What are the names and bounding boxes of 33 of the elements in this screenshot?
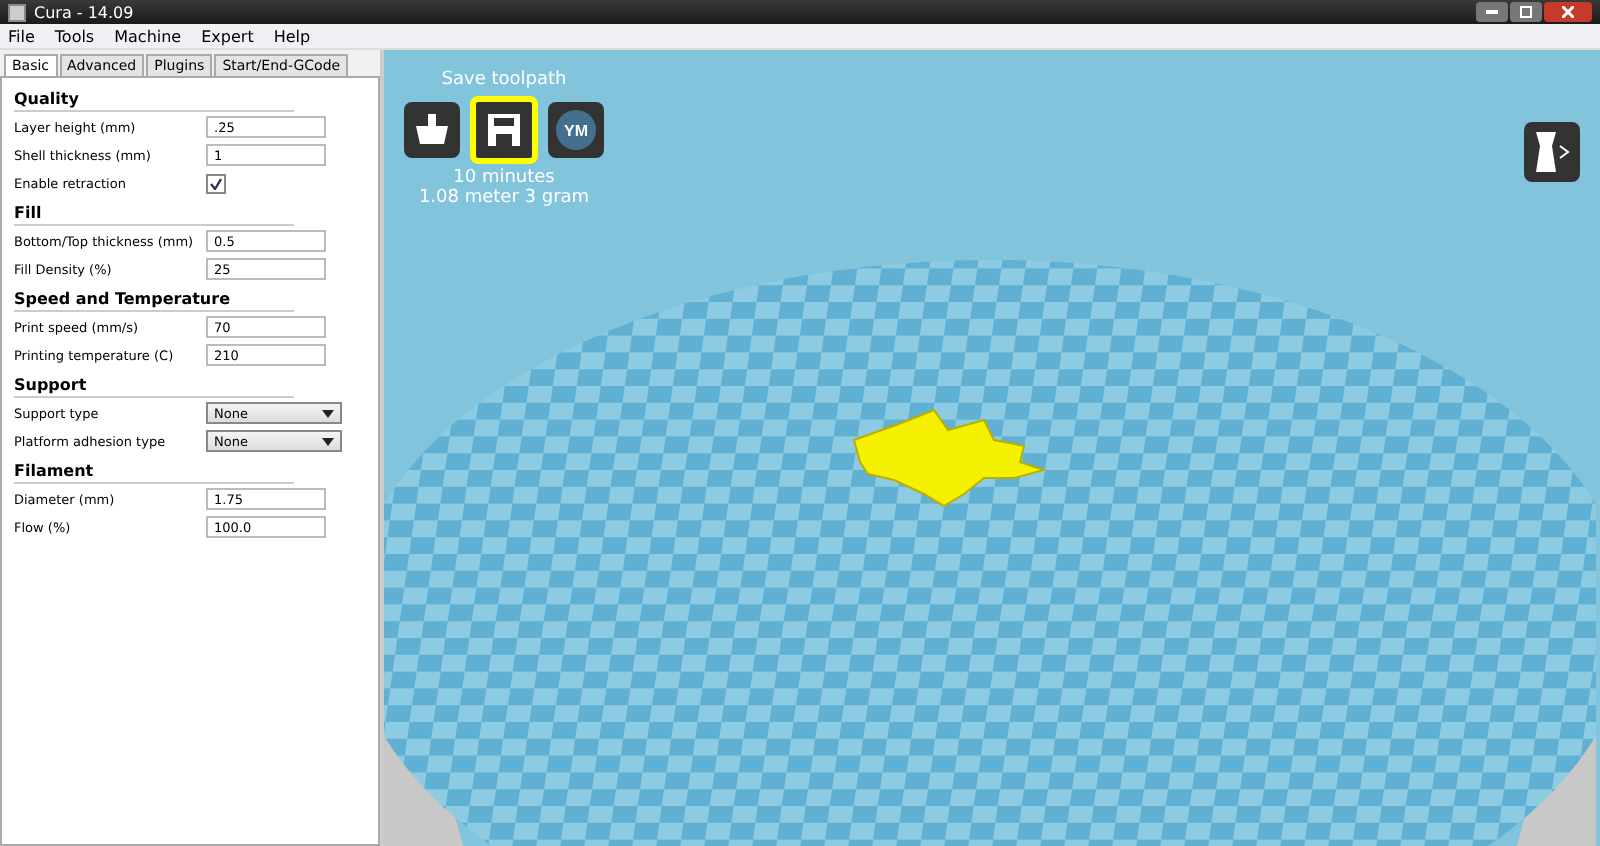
close-icon bbox=[1562, 6, 1574, 18]
print-info: 1.08 meter 3 gram bbox=[418, 188, 590, 208]
tooltip-text: Save toolpath bbox=[441, 70, 567, 90]
section-heading: Support bbox=[14, 376, 294, 398]
load-button[interactable] bbox=[404, 102, 460, 158]
maximize-button[interactable] bbox=[1510, 2, 1542, 22]
minimize-button[interactable] bbox=[1476, 2, 1508, 22]
tray-icon bbox=[414, 114, 450, 146]
check-icon bbox=[210, 177, 222, 189]
menu-item[interactable]: Machine bbox=[114, 27, 182, 45]
checkbox[interactable] bbox=[206, 173, 226, 193]
ym-button[interactable]: YM bbox=[548, 102, 604, 158]
app-icon bbox=[8, 3, 26, 21]
section-heading: Fill bbox=[14, 204, 294, 226]
maximize-icon bbox=[1520, 6, 1532, 18]
ym-logo: YM bbox=[556, 110, 596, 150]
section-heading: Quality bbox=[14, 90, 294, 112]
save-icon bbox=[486, 112, 522, 148]
print-info: 10 minutes bbox=[453, 168, 555, 188]
caret-icon bbox=[322, 409, 334, 417]
menu-item[interactable]: File bbox=[8, 27, 35, 45]
save-button[interactable] bbox=[470, 96, 538, 164]
close-button[interactable] bbox=[1544, 2, 1592, 22]
window-title: Cura - 14.09 bbox=[34, 3, 134, 21]
view-mode-button[interactable] bbox=[1524, 122, 1580, 182]
menu-item[interactable]: Tools bbox=[54, 27, 95, 45]
minimize-icon bbox=[1486, 10, 1498, 14]
section-heading: Speed and Temperature bbox=[14, 290, 294, 312]
section-heading: Filament bbox=[14, 462, 294, 484]
view-mode-icon bbox=[1534, 130, 1570, 174]
menu-item[interactable]: Help bbox=[273, 27, 311, 45]
menu-item[interactable]: Expert bbox=[201, 27, 254, 45]
caret-icon bbox=[322, 437, 334, 445]
